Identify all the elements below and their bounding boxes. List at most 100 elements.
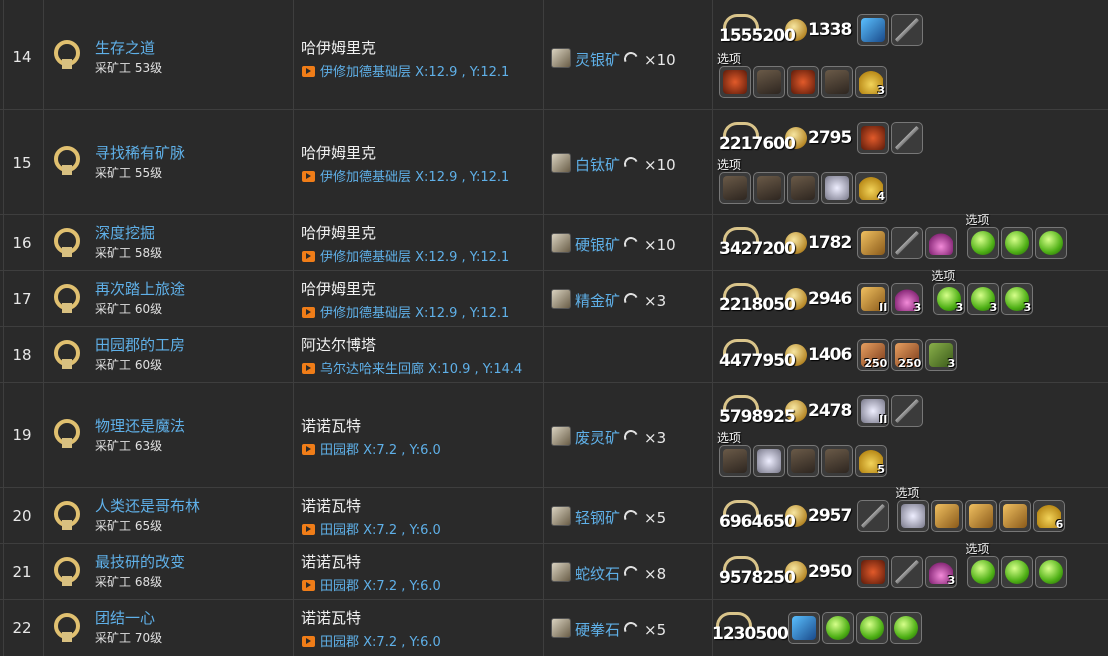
npc-name: 诺诺瓦特	[301, 609, 362, 627]
green-orb-icon[interactable]: 3	[1001, 283, 1034, 315]
location-link[interactable]: 田园郡 X:7.2 , Y:6.0	[302, 519, 441, 538]
table-row: 18 田园郡的工房 采矿工 60级 阿达尔博塔 乌尔达哈来生回廊 X:10.9 …	[0, 327, 1108, 383]
green-orb-icon[interactable]	[967, 556, 1000, 588]
pickaxe-icon[interactable]	[891, 122, 924, 154]
pickaxe-icon[interactable]	[891, 556, 924, 588]
quest-name-link[interactable]: 团结一心	[95, 607, 155, 628]
location-link[interactable]: 伊修加德基础层 X:12.9 , Y:12.1	[302, 61, 509, 80]
rewards: 12305000	[712, 612, 1092, 648]
required-item[interactable]: 灵银矿 ×10	[551, 48, 676, 70]
green-orb-icon[interactable]	[856, 612, 888, 644]
quest-name-link[interactable]: 生存之道	[95, 37, 155, 58]
optional-rewards: 选项	[965, 542, 1068, 588]
potion-icon[interactable]: 3	[925, 556, 958, 588]
legs-icon[interactable]	[821, 172, 853, 204]
reward-item-icon[interactable]	[857, 14, 890, 46]
map-pin-icon	[302, 580, 315, 591]
quest-icon	[54, 284, 80, 313]
optional-label: 选项	[717, 158, 742, 172]
scroll-icon[interactable]: 3	[925, 339, 958, 371]
rewards: 3427200 1782 选项	[719, 213, 1099, 263]
row-number: 15	[12, 154, 32, 172]
row-number: 17	[12, 290, 32, 308]
item-bag-icon[interactable]: 5	[855, 445, 887, 477]
green-orb-icon[interactable]	[967, 227, 1000, 259]
ore-icon	[551, 618, 571, 638]
legs-icon[interactable]	[821, 66, 853, 98]
quest-name-link[interactable]: 寻找稀有矿脉	[95, 142, 185, 163]
legs-icon[interactable]	[821, 445, 853, 477]
gloves-icon[interactable]	[787, 445, 819, 477]
location-link[interactable]: 田园郡 X:7.2 , Y:6.0	[302, 439, 441, 458]
required-item[interactable]: 硬银矿 ×10	[551, 233, 676, 255]
hat-icon[interactable]	[719, 445, 751, 477]
hat-icon[interactable]	[719, 66, 751, 98]
quest-name-link[interactable]: 最技研的改变	[95, 551, 185, 572]
location-link[interactable]: 伊修加德基础层 X:12.9 , Y:12.1	[302, 166, 509, 185]
green-orb-icon[interactable]	[1035, 556, 1068, 588]
reward-item-icon[interactable]	[788, 612, 820, 644]
item-bag-icon[interactable]: 3	[855, 66, 887, 98]
green-orb-icon[interactable]	[1035, 227, 1068, 259]
exp-reward: 9578250	[719, 556, 796, 588]
ore-icon	[551, 289, 571, 309]
row-number: 21	[12, 563, 32, 581]
quest-name-link[interactable]: 田园郡的工房	[95, 334, 185, 355]
row-number: 16	[12, 234, 32, 252]
gloves-icon[interactable]	[787, 66, 819, 98]
body-armor-icon[interactable]	[753, 172, 785, 204]
green-orb-icon[interactable]	[1001, 556, 1034, 588]
row-number: 20	[12, 507, 32, 525]
crate-icon[interactable]	[857, 227, 890, 259]
location-link[interactable]: 伊修加德基础层 X:12.9 , Y:12.1	[302, 302, 509, 321]
required-item[interactable]: 轻钢矿 ×5	[551, 506, 666, 528]
required-item[interactable]: 硬拳石 ×5	[551, 618, 666, 640]
reward-item-icon[interactable]	[857, 122, 890, 154]
pickaxe-icon[interactable]	[891, 395, 924, 427]
required-item[interactable]: 蛇纹石 ×8	[551, 562, 666, 584]
green-orb-icon[interactable]: 3	[933, 283, 966, 315]
green-orb-icon[interactable]: 3	[967, 283, 1000, 315]
quest-level: 采矿工 58级	[95, 246, 163, 260]
map-pin-icon	[302, 363, 315, 374]
location-link[interactable]: 田园郡 X:7.2 , Y:6.0	[302, 575, 441, 594]
required-item[interactable]: 废灵矿 ×3	[551, 426, 666, 448]
tome-icon[interactable]: II	[857, 283, 890, 315]
legs-icon[interactable]	[999, 500, 1032, 532]
pickaxe-icon[interactable]	[891, 14, 924, 46]
potion-icon[interactable]: 3	[891, 283, 924, 315]
quest-icon	[54, 146, 80, 175]
body-armor-icon[interactable]	[931, 500, 964, 532]
quest-name-link[interactable]: 人类还是哥布林	[95, 495, 200, 516]
potion-icon[interactable]	[925, 227, 958, 259]
green-orb-icon[interactable]	[822, 612, 854, 644]
optional-rewards: 选项 6	[895, 486, 1066, 532]
body-armor-icon[interactable]	[753, 445, 785, 477]
material-icon[interactable]: 250	[857, 339, 890, 371]
location-link[interactable]: 乌尔达哈来生回廊 X:10.9 , Y:14.4	[302, 358, 522, 377]
npc-name: 哈伊姆里克	[301, 144, 377, 162]
required-item[interactable]: 白钛矿 ×10	[551, 153, 676, 175]
quest-name-link[interactable]: 物理还是魔法	[95, 415, 185, 436]
item-bag-icon[interactable]: 4	[855, 172, 887, 204]
reward-item-icon[interactable]	[857, 556, 890, 588]
pickaxe-icon[interactable]	[857, 500, 890, 532]
location-link[interactable]: 田园郡 X:7.2 , Y:6.0	[302, 631, 441, 650]
optional-rewards: 选项 5	[717, 431, 887, 477]
required-item[interactable]: 精金矿 ×3	[551, 289, 666, 311]
body-armor-icon[interactable]	[753, 66, 785, 98]
quest-level: 采矿工 63级	[95, 439, 163, 453]
green-orb-icon[interactable]	[890, 612, 922, 644]
material-icon[interactable]: 250	[891, 339, 924, 371]
materia-icon[interactable]: II	[857, 395, 890, 427]
quest-name-link[interactable]: 再次踏上旅途	[95, 278, 185, 299]
item-bag-icon[interactable]: 6	[1033, 500, 1066, 532]
quest-name-link[interactable]: 深度挖掘	[95, 222, 155, 243]
pickaxe-icon[interactable]	[891, 227, 924, 259]
hat-icon[interactable]	[897, 500, 930, 532]
green-orb-icon[interactable]	[1001, 227, 1034, 259]
location-link[interactable]: 伊修加德基础层 X:12.9 , Y:12.1	[302, 246, 509, 265]
gloves-icon[interactable]	[965, 500, 998, 532]
hat-icon[interactable]	[719, 172, 751, 204]
belt-icon[interactable]	[787, 172, 819, 204]
